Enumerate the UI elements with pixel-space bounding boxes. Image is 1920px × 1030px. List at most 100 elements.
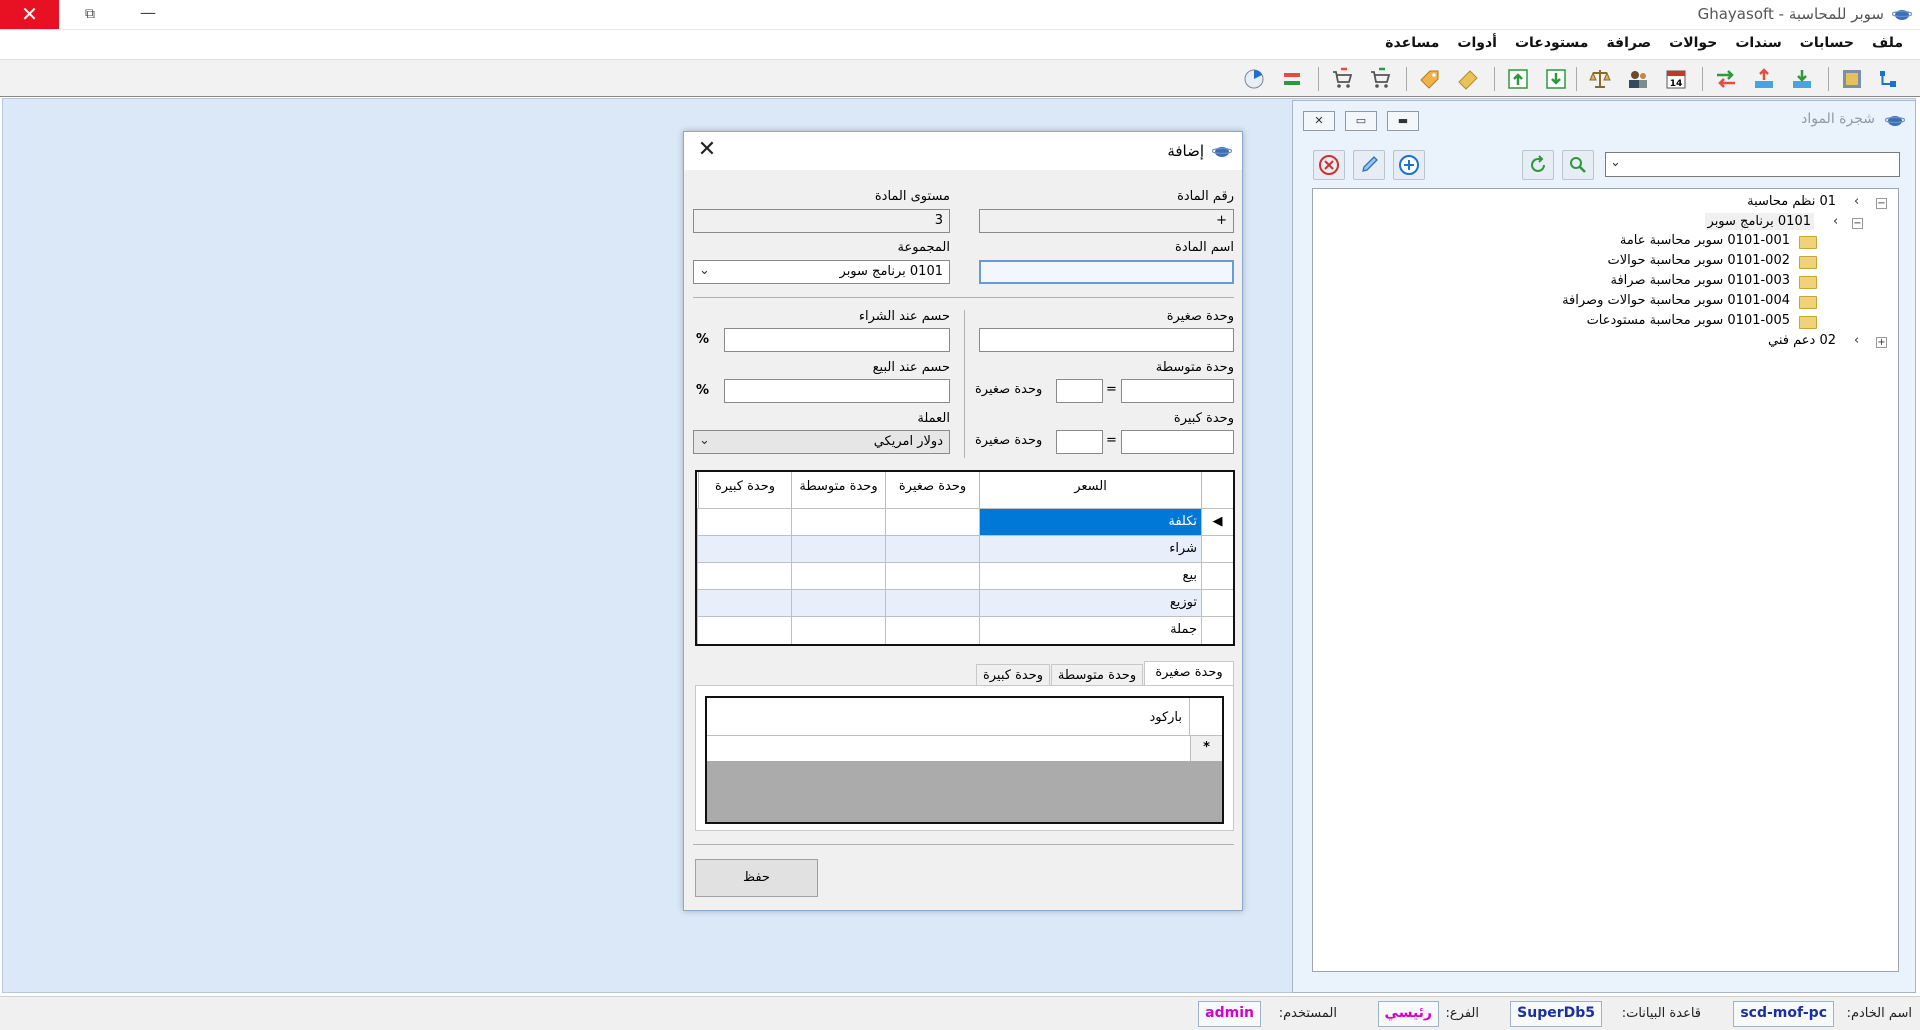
collapse-toggle[interactable]: − [1852,218,1863,229]
menu-tools[interactable]: أدوات [1448,30,1506,59]
save-button[interactable]: حفظ [695,859,818,897]
menu-vouchers[interactable]: سندات [1726,30,1790,59]
close-window-button[interactable]: ✕ [0,0,59,29]
add-button[interactable] [1393,150,1425,180]
grid-cell[interactable] [791,536,885,563]
ticket-icon[interactable] [1456,67,1480,91]
table-row[interactable]: تكلفة ◀ [697,508,1233,536]
chevron-down-icon[interactable]: ⌄ [699,263,710,278]
transfer-icon[interactable] [1280,67,1304,91]
user-label: المستخدم: [1278,1006,1337,1021]
restore-window-button[interactable]: ⧉ [70,0,110,29]
delete-button[interactable] [1313,150,1345,180]
cart-out-icon[interactable] [1330,67,1354,91]
grid-cell[interactable] [697,509,791,536]
download-icon[interactable] [1790,67,1814,91]
grid-cell[interactable] [697,617,791,644]
tree-node[interactable]: 01 نظم محاسبة [1747,194,1836,209]
currency-select[interactable]: ⌄ دولار امريكي [693,430,950,454]
grid-cell[interactable]: بيع [979,563,1201,590]
barcode-new-row[interactable]: * [707,736,1222,761]
grid-cell[interactable] [885,617,979,644]
balance-scale-icon[interactable] [1588,67,1612,91]
branch-value: رئيسي [1377,1001,1439,1027]
tree-node[interactable]: 0101-005 سوبر محاسبة مستودعات [1587,313,1790,328]
item-name-input[interactable] [979,260,1234,284]
grid-cell[interactable] [791,563,885,590]
grid-cell[interactable] [791,617,885,644]
chevron-left-icon[interactable]: ‹ [1833,214,1838,229]
grid-cell[interactable] [885,509,979,536]
sale-discount-input[interactable] [724,379,950,403]
tab-small-unit[interactable]: وحدة صغيرة [1144,661,1234,687]
panel-close-button[interactable]: ✕ [1303,111,1335,131]
grid-cell-selected[interactable]: تكلفة [979,509,1201,536]
grid-cell[interactable] [697,590,791,617]
refresh-button[interactable] [1522,150,1554,180]
panel-restore-button[interactable]: ▭ [1345,111,1377,131]
chevron-left-icon[interactable]: ‹ [1854,333,1859,348]
pie-chart-icon[interactable] [1242,67,1266,91]
grid-cell[interactable] [791,590,885,617]
minimize-window-button[interactable]: — [128,0,168,29]
menu-help[interactable]: مساعدة [1376,30,1448,59]
panel-minimize-button[interactable]: ▬ [1387,111,1419,131]
table-row[interactable]: شراء [697,535,1233,563]
grid-cell[interactable] [697,536,791,563]
users-icon[interactable] [1626,67,1650,91]
table-row[interactable]: توزيع [697,589,1233,617]
menu-accounts[interactable]: حسابات [1791,30,1863,59]
grid-cell[interactable] [885,563,979,590]
tree-search-combo[interactable]: ⌄ [1605,152,1900,177]
expand-toggle[interactable]: + [1876,337,1887,348]
barcode-grid[interactable]: باركود * [705,696,1224,824]
large-unit-factor-input[interactable] [1056,430,1103,454]
import-icon[interactable] [1544,67,1568,91]
tree-view[interactable]: − ‹ 01 نظم محاسبة − ‹ 0101 برنامج سوبر 0… [1312,188,1899,972]
search-button[interactable] [1562,150,1594,180]
medium-unit-input[interactable] [1121,379,1234,403]
menu-transfers[interactable]: حوالات [1660,30,1726,59]
group-select[interactable]: ⌄ 0101 برنامج سوبر [693,260,950,284]
item-number-field[interactable]: + [979,209,1234,233]
tag-icon[interactable] [1418,67,1442,91]
cart-in-icon[interactable] [1368,67,1392,91]
exchange-arrows-icon[interactable] [1714,67,1738,91]
menu-warehouses[interactable]: مستودعات [1506,30,1597,59]
upload-icon[interactable] [1752,67,1776,91]
photo-frame-icon[interactable] [1840,67,1864,91]
tree-node[interactable]: 0101-001 سوبر محاسبة عامة [1620,233,1790,248]
grid-cell[interactable]: شراء [979,536,1201,563]
tree-node[interactable]: 0101-002 سوبر محاسبة حوالات [1607,253,1790,268]
tree-node-selected[interactable]: 0101 برنامج سوبر [1704,213,1814,230]
collapse-toggle[interactable]: − [1876,198,1887,209]
dialog-close-button[interactable]: ✕ [692,136,722,166]
tree-structure-icon[interactable] [1876,67,1900,91]
percent-sign: % [696,383,710,398]
tree-node[interactable]: 0101-004 سوبر محاسبة حوالات وصرافة [1562,293,1790,308]
item-level-field[interactable]: 3 [693,209,950,233]
price-grid[interactable]: وحدة كبيرة وحدة متوسطة وحدة صغيرة السعر … [695,470,1235,646]
grid-cell[interactable] [791,509,885,536]
menu-file[interactable]: ملف [1863,30,1912,59]
grid-cell[interactable]: توزيع [979,590,1201,617]
tree-node[interactable]: 0101-003 سوبر محاسبة صرافة [1611,273,1791,288]
calendar-icon[interactable]: 14 [1664,67,1688,91]
grid-cell[interactable] [885,536,979,563]
table-row[interactable]: جملة [697,616,1233,644]
small-unit-input[interactable] [979,328,1234,352]
grid-cell[interactable] [885,590,979,617]
medium-unit-factor-input[interactable] [1056,379,1103,403]
export-icon[interactable] [1506,67,1530,91]
chevron-down-icon[interactable]: ⌄ [1610,155,1621,170]
grid-cell[interactable]: جملة [979,617,1201,644]
grid-cell[interactable] [697,563,791,590]
edit-button[interactable] [1353,150,1385,180]
menu-exchange[interactable]: صرافة [1597,30,1660,59]
large-unit-input[interactable] [1121,430,1234,454]
chevron-down-icon[interactable]: ⌄ [699,433,710,448]
table-row[interactable]: بيع [697,562,1233,590]
chevron-left-icon[interactable]: ‹ [1854,194,1859,209]
tree-node[interactable]: 02 دعم فني [1768,333,1836,348]
purchase-discount-input[interactable] [724,328,950,352]
